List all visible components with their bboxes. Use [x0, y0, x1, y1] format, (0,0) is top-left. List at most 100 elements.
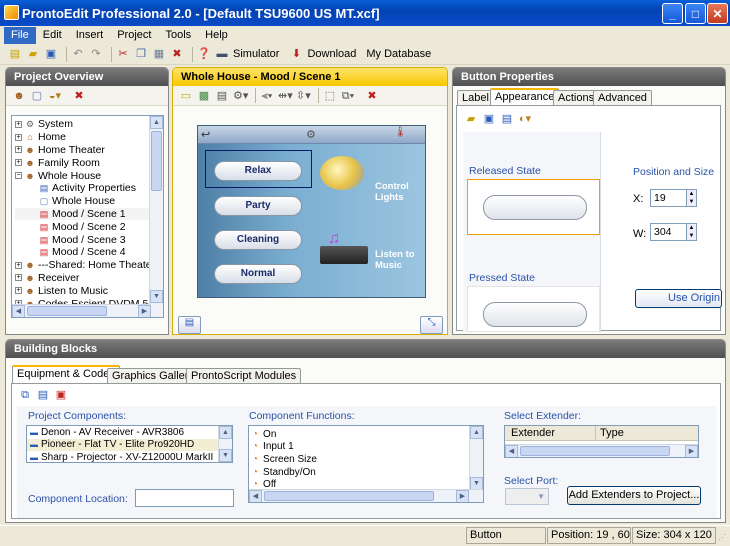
scroll-down-icon[interactable]: ▼	[150, 290, 163, 303]
tree-item[interactable]: ▤ Mood / Scene 4	[15, 246, 163, 259]
scroll-up-icon[interactable]: ▲	[219, 426, 232, 439]
tree-item[interactable]: + ☻ Home Theater	[15, 144, 163, 157]
tree-item[interactable]: ▤ Mood / Scene 2	[15, 220, 163, 233]
tab-equipment-codes[interactable]: Equipment & Codes	[12, 365, 120, 383]
image-properties-icon[interactable]: ▤	[500, 112, 514, 126]
scroll-thumb[interactable]	[264, 491, 434, 501]
function-list-item[interactable]: ◔ Screen Size	[249, 453, 483, 466]
delete-icon[interactable]: ✖	[170, 47, 184, 61]
menu-project[interactable]: Project	[110, 27, 158, 44]
undo-icon[interactable]: ↶	[71, 47, 85, 61]
tree-horizontal-scrollbar[interactable]: ◀ ▶	[12, 304, 151, 317]
simulator-button[interactable]: ▬ Simulator	[215, 47, 280, 61]
light-bulb-icon[interactable]	[320, 156, 364, 190]
select-port-dropdown[interactable]: ▼	[505, 488, 549, 505]
maximize-button[interactable]: □	[685, 3, 706, 24]
menu-help[interactable]: Help	[198, 27, 235, 44]
tree-item[interactable]: ▤ Mood / Scene 3	[15, 233, 163, 246]
function-list-item[interactable]: ◔ Input 1	[249, 441, 483, 454]
new-page-icon[interactable]: ▢	[30, 89, 44, 103]
resize-grip-icon[interactable]: ⋰	[718, 533, 726, 542]
tree-expander-icon[interactable]: +	[15, 261, 22, 269]
my-database-button[interactable]: My Database	[366, 48, 431, 60]
tree-expander-icon[interactable]: −	[15, 172, 22, 180]
grid-icon[interactable]: ⬚	[323, 89, 337, 103]
component-list-item[interactable]: ▬ Pioneer - Flat TV - Elite Pro920HD	[27, 438, 232, 452]
project-components-list[interactable]: ▬ Denon - AV Receiver - AVR3806 ▬ Pioneer -…	[26, 425, 233, 463]
component-location-input[interactable]	[135, 489, 234, 507]
extender-column-header[interactable]: Extender	[511, 427, 555, 439]
scroll-up-icon[interactable]: ▲	[470, 426, 483, 439]
minimize-button[interactable]: _	[662, 3, 683, 24]
tree-item[interactable]: + ⚙ System	[15, 118, 163, 131]
tree-expander-icon[interactable]: +	[15, 133, 22, 141]
extender-list[interactable]: Extender Type ◀ ▶	[504, 425, 699, 458]
menu-insert[interactable]: Insert	[69, 27, 111, 44]
tab-advanced[interactable]: Advanced	[593, 90, 652, 106]
tree-item[interactable]: ▤ Mood / Scene 1	[15, 207, 163, 221]
tree-item[interactable]: + ⌂ Home	[15, 131, 163, 144]
add-component-icon[interactable]: ⧉	[18, 388, 32, 402]
add-dropdown-icon[interactable]: ◒▾	[48, 89, 62, 103]
relax-button[interactable]: Relax	[214, 161, 302, 181]
save-icon[interactable]: ▣	[44, 47, 58, 61]
redo-icon[interactable]: ↷	[89, 47, 103, 61]
music-player-icon[interactable]	[320, 246, 368, 264]
scroll-left-icon[interactable]: ◀	[249, 490, 262, 502]
save-image-icon[interactable]: ▣	[482, 112, 496, 126]
tab-prontoscript-modules[interactable]: ProntoScript Modules	[186, 368, 302, 384]
open-image-icon[interactable]: ▰	[464, 112, 478, 126]
scroll-right-icon[interactable]: ▶	[456, 490, 469, 502]
align-center-icon[interactable]: ⇹▾	[278, 89, 293, 103]
w-stepper[interactable]: ▲ ▼	[686, 223, 697, 241]
paste-icon[interactable]: ▦	[152, 47, 166, 61]
remote-page-canvas[interactable]: ↩ ⚙ 🌡 Relax Party Cleaning Normal Contro…	[197, 125, 426, 298]
tree-item[interactable]: + ☻ Receiver	[15, 272, 163, 285]
x-input[interactable]: 19	[650, 189, 688, 207]
tree-item[interactable]: + ☻ Family Room	[15, 156, 163, 169]
component-properties-icon[interactable]: ▤	[36, 388, 50, 402]
page-properties-icon[interactable]: ▤	[178, 316, 201, 334]
color-dropdown-icon[interactable]: ◐▾	[518, 112, 532, 126]
tab-appearance[interactable]: Appearance	[490, 88, 560, 106]
pressed-state-preview[interactable]	[467, 286, 600, 332]
scroll-thumb[interactable]	[520, 446, 670, 456]
function-list-item[interactable]: ◔ Standby/On	[249, 466, 483, 479]
scroll-up-icon[interactable]: ▲	[150, 116, 163, 129]
tree-expander-icon[interactable]: +	[15, 159, 22, 167]
function-list-item[interactable]: ◔ On	[249, 428, 483, 441]
zoom-icon[interactable]: ⤡	[420, 316, 443, 334]
functions-hscroll[interactable]: ◀ ▶	[249, 489, 483, 502]
component-functions-list[interactable]: ◔ On ◔ Input 1 ◔ Screen Size ◔ Standby/On ◔ Off ▲…	[248, 425, 484, 503]
tree-item[interactable]: ▤ Activity Properties	[15, 182, 163, 195]
align-vertical-icon[interactable]: ⇳▾	[296, 89, 311, 103]
help-icon[interactable]: ❓	[197, 47, 211, 61]
close-button[interactable]: ✕	[707, 3, 728, 24]
new-file-icon[interactable]: ▤	[8, 47, 22, 61]
tree-vertical-scrollbar[interactable]: ▲ ▼	[149, 116, 163, 317]
component-list-item[interactable]: ▬ Denon - AV Receiver - AVR3806	[27, 426, 232, 439]
tree-expander-icon[interactable]: +	[15, 120, 22, 128]
normal-button[interactable]: Normal	[214, 264, 302, 284]
menu-edit[interactable]: Edit	[36, 27, 69, 44]
tree-item[interactable]: ▢ Whole House	[15, 195, 163, 208]
remove-component-icon[interactable]: ▣	[54, 388, 68, 402]
group-icon[interactable]: ⧉▾	[341, 89, 355, 103]
add-activity-icon[interactable]: ☻	[12, 89, 26, 103]
align-left-icon[interactable]: ⫷▾	[260, 89, 274, 103]
scroll-right-icon[interactable]: ▶	[685, 445, 698, 457]
copy-icon[interactable]: ❐	[134, 47, 148, 61]
scroll-down-icon[interactable]: ▼	[219, 449, 232, 462]
project-tree[interactable]: + ⚙ System + ⌂ Home + ☻ Home Theater + ☻ Family Roo…	[11, 115, 164, 318]
released-state-preview[interactable]	[467, 179, 600, 235]
text-icon[interactable]: ▤	[215, 89, 229, 103]
download-button[interactable]: ⬇ Download	[289, 47, 357, 61]
tree-expander-icon[interactable]: +	[15, 274, 22, 282]
tree-item[interactable]: − ☻ Whole House	[15, 169, 163, 182]
scroll-right-icon[interactable]: ▶	[138, 305, 151, 317]
tab-label[interactable]: Label	[457, 90, 494, 106]
use-original-size-button[interactable]: Use Origin	[635, 289, 722, 308]
menu-file[interactable]: File	[4, 26, 36, 44]
tree-item[interactable]: + ☻ Listen to Music	[15, 284, 163, 297]
w-input[interactable]: 304	[650, 223, 688, 241]
